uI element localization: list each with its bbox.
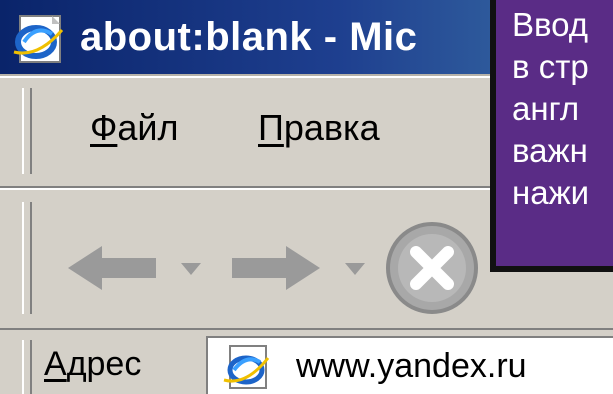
address-input[interactable]: www.yandex.ru (206, 336, 613, 394)
ie-page-icon (223, 345, 270, 389)
ie-page-icon (13, 15, 64, 63)
stop-icon[interactable] (382, 218, 482, 318)
address-bar: Адрес www.yandex.ru (0, 330, 613, 394)
callout-line: нажи (512, 174, 590, 211)
address-bar-grip[interactable] (22, 340, 32, 394)
callout-line: Ввод (512, 6, 589, 43)
address-label-hotkey: А (44, 345, 67, 383)
callout-line: в стр (512, 48, 589, 85)
menu-item-file-label: айл (117, 107, 179, 148)
menu-item-file[interactable]: Файл (90, 106, 179, 150)
callout-line: англ (512, 90, 580, 127)
callout-line: важн (512, 132, 588, 169)
menu-item-file-hotkey: Ф (90, 107, 118, 148)
toolbar-grip[interactable] (22, 202, 32, 314)
address-label: Адрес (44, 342, 141, 386)
window-title: about:blank - Mic (80, 15, 418, 59)
address-label-text: дрес (66, 345, 142, 383)
menu-item-edit[interactable]: Правка (258, 106, 380, 150)
back-dropdown-icon[interactable] (178, 260, 204, 278)
address-value: www.yandex.ru (296, 347, 527, 385)
forward-arrow-icon[interactable] (226, 240, 326, 296)
menu-item-edit-label: равка (283, 107, 380, 148)
menu-bar-grip[interactable] (22, 88, 32, 174)
instruction-callout: Ввод в стр англ важн нажи (490, 0, 613, 272)
forward-dropdown-icon[interactable] (342, 260, 368, 278)
back-arrow-icon[interactable] (62, 240, 162, 296)
menu-item-edit-hotkey: П (258, 107, 284, 148)
